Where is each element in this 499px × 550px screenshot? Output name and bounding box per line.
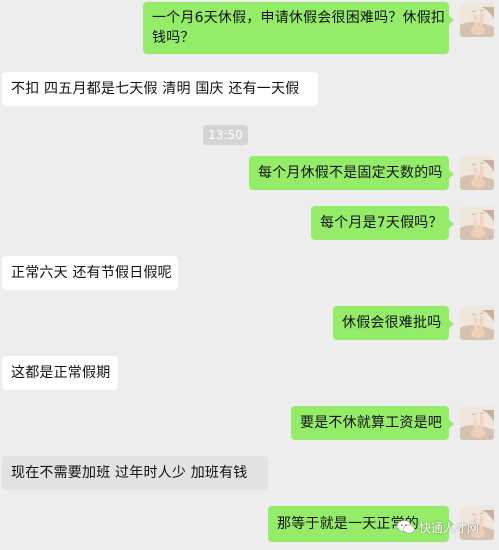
message-bubble-sent[interactable]: 一个月6天休假，申请休假会很困难吗？休假扣 钱吗？ (143, 2, 454, 54)
message-text: 一个月6天休假，申请休假会很困难吗？休假扣 (152, 10, 446, 26)
message-text: 休假会很难批吗 (342, 315, 442, 331)
message-bubble-received[interactable]: 这都是正常假期 (2, 356, 118, 390)
message-text: 每个月是7天假吗？ (320, 215, 443, 231)
message-bubble-sent[interactable]: 休假会很难批吗 (333, 306, 454, 340)
message-bubble-sent[interactable]: 每个月休假不是固定天数的吗 (249, 156, 454, 190)
avatar-image (460, 3, 494, 37)
message-bubble-received[interactable]: 现在不需要加班 过年时人少 加班有钱 (2, 456, 268, 490)
watermark-text: 快通人才网 (419, 520, 480, 535)
message-text: 现在不需要加班 过年时人少 加班有钱 (11, 465, 248, 481)
avatar-image (460, 206, 494, 240)
avatar-image (460, 156, 494, 190)
message-text: 要是不休就算工资是吧 (300, 415, 442, 431)
user-avatar[interactable] (460, 156, 494, 190)
message-bubble-received[interactable]: 正常六天 还有节假日假呢 (2, 256, 178, 290)
wechat-logo-icon (396, 519, 416, 535)
user-avatar[interactable] (460, 306, 494, 340)
user-avatar[interactable] (460, 406, 494, 440)
message-bubble-sent[interactable]: 每个月是7天假吗？ (311, 206, 454, 240)
message-text: 钱吗？ (152, 30, 195, 46)
message-bubble-sent[interactable]: 要是不休就算工资是吧 (291, 406, 454, 440)
message-text: 这都是正常假期 (11, 365, 111, 381)
watermark: 快通人才网 (396, 517, 479, 537)
message-text: 正常六天 还有节假日假呢 (11, 265, 172, 281)
message-text: 每个月休假不是固定天数的吗 (258, 165, 443, 181)
timestamp: 13:50 (203, 125, 248, 145)
avatar-image (460, 306, 494, 340)
avatar-image (460, 406, 494, 440)
message-bubble-received[interactable]: 不扣 四五月都是七天假 清明 国庆 还有一天假 (2, 72, 318, 106)
user-avatar[interactable] (460, 206, 494, 240)
chat-window: 一个月6天休假，申请休假会很困难吗？休假扣 钱吗？ 不扣 四五月都是七天假 清明… (0, 0, 499, 550)
user-avatar[interactable] (460, 3, 494, 37)
message-text: 不扣 四五月都是七天假 清明 国庆 还有一天假 (11, 81, 300, 97)
